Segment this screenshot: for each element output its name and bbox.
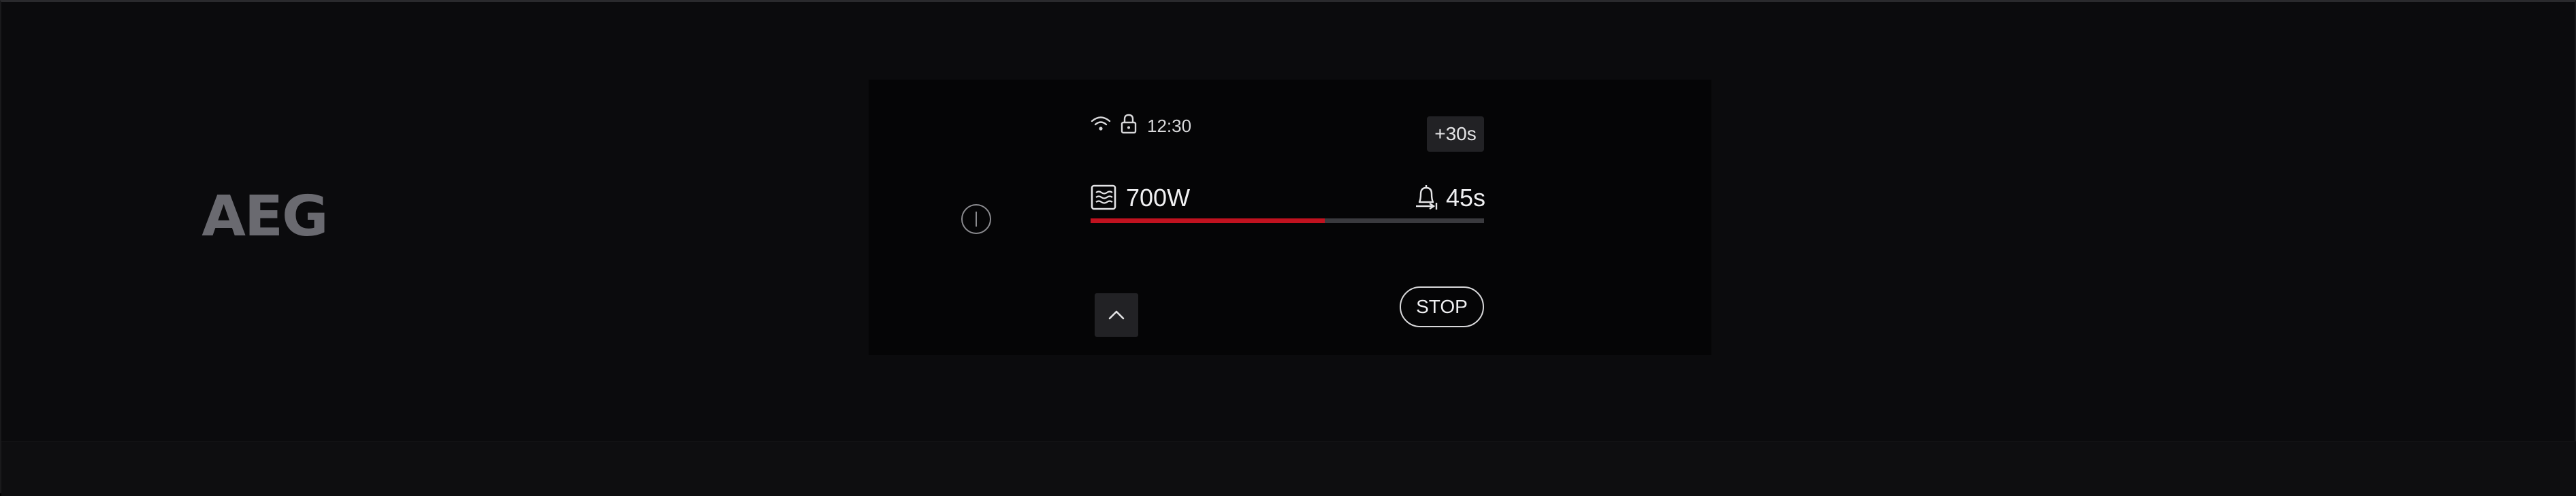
aeg-logo: AEG	[202, 184, 328, 249]
bottom-strip	[1, 441, 2576, 496]
chevron-up-icon	[1108, 310, 1125, 320]
clock-time: 12:30	[1147, 116, 1192, 136]
power-level[interactable]: 700W	[1126, 184, 1190, 212]
stop-button[interactable]: STOP	[1400, 286, 1484, 327]
touch-display	[869, 80, 1711, 355]
bell-timer-icon	[1416, 185, 1438, 210]
add-30s-button[interactable]: +30s	[1427, 116, 1484, 152]
lock-icon	[1121, 114, 1137, 134]
wifi-icon	[1091, 116, 1111, 131]
power-button[interactable]	[961, 204, 991, 234]
microwave-icon	[1091, 184, 1116, 210]
cooking-progress-fill	[1091, 218, 1325, 223]
cooking-progress-bar	[1091, 218, 1484, 223]
expand-up-button[interactable]	[1095, 293, 1138, 337]
oven-control-panel: AEG 12:30 +30s 700W 45s STOP	[0, 0, 2576, 496]
remaining-time[interactable]: 45s	[1446, 184, 1485, 212]
